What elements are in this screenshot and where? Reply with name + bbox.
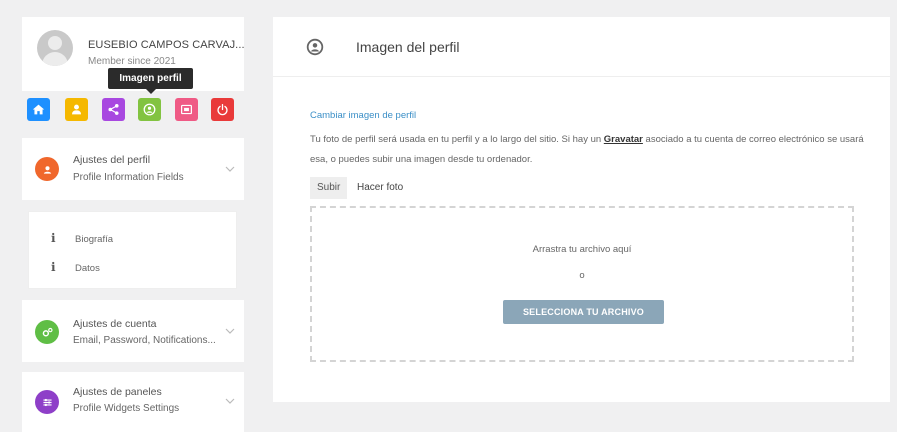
tab-hacer-foto[interactable]: Hacer foto	[357, 177, 403, 199]
select-file-button[interactable]: SELECCIONA TU ARCHIVO	[503, 300, 664, 324]
chevron-down-icon[interactable]	[225, 166, 235, 172]
home-icon	[32, 104, 45, 115]
user-circle-icon	[43, 165, 51, 174]
description: Tu foto de perfil será usada en tu perfi…	[310, 130, 870, 170]
panel-header: Imagen del perfil	[273, 17, 890, 77]
profile-subsections: ℹ Biografía ℹ Datos	[28, 211, 237, 289]
profile-settings-badge	[35, 157, 59, 181]
profile-button[interactable]	[65, 98, 88, 121]
datos-link[interactable]: Datos	[75, 263, 100, 274]
home-button[interactable]	[27, 98, 50, 121]
share-button[interactable]	[102, 98, 125, 121]
card-button[interactable]	[175, 98, 198, 121]
dropzone-text: Arrastra tu archivo aquí	[532, 244, 632, 255]
account-settings-badge	[35, 320, 59, 344]
logout-button[interactable]	[211, 98, 234, 121]
widgets-settings-title: Ajustes de paneles	[73, 386, 162, 398]
account-settings-title: Ajustes de cuenta	[73, 318, 157, 330]
profile-image-icon	[143, 103, 156, 116]
info-icon: ℹ	[51, 231, 56, 245]
dropzone[interactable]: Arrastra tu archivo aquí o SELECCIONA TU…	[310, 206, 854, 362]
tooltip-arrow	[146, 89, 156, 94]
gears-icon	[42, 327, 53, 336]
user-name[interactable]: EUSEBIO CAMPOS CARVAJ...	[88, 39, 245, 51]
chevron-down-icon[interactable]	[225, 398, 235, 404]
sliders-icon	[42, 398, 52, 406]
card-icon	[181, 104, 192, 115]
share-icon	[108, 104, 119, 115]
user-icon	[72, 104, 81, 115]
account-settings-section[interactable]: Ajustes de cuenta Email, Password, Notif…	[22, 300, 244, 362]
power-icon	[217, 103, 228, 116]
main-panel: Imagen del perfil Cambiar imagen de perf…	[273, 17, 890, 402]
description-text: Tu foto de perfil será usada en tu perfi…	[310, 134, 604, 145]
account-settings-subtitle: Email, Password, Notifications...	[73, 335, 216, 346]
change-image-heading: Cambiar imagen de perfil	[310, 110, 417, 121]
profile-image-button[interactable]	[138, 98, 161, 121]
gravatar-link[interactable]: Gravatar	[604, 134, 643, 145]
widgets-settings-badge	[35, 390, 59, 414]
profile-image-icon	[306, 38, 324, 56]
dropzone-or: o	[579, 270, 585, 281]
avatar[interactable]	[37, 30, 73, 66]
widgets-settings-subtitle: Profile Widgets Settings	[73, 403, 180, 414]
profile-settings-section[interactable]: Ajustes del perfil Profile Information F…	[22, 138, 244, 200]
profile-settings-title: Ajustes del perfil	[73, 154, 151, 166]
info-icon: ℹ	[51, 260, 56, 274]
biografia-link[interactable]: Biografía	[75, 234, 113, 245]
profile-settings-subtitle: Profile Information Fields	[73, 172, 184, 183]
tab-subir[interactable]: Subir	[310, 177, 348, 199]
chevron-down-icon[interactable]	[225, 328, 235, 334]
member-since: Member since 2021	[88, 56, 176, 67]
page-title: Imagen del perfil	[356, 39, 460, 55]
widgets-settings-section[interactable]: Ajustes de paneles Profile Widgets Setti…	[22, 372, 244, 432]
tooltip: Imagen perfil	[108, 68, 193, 89]
